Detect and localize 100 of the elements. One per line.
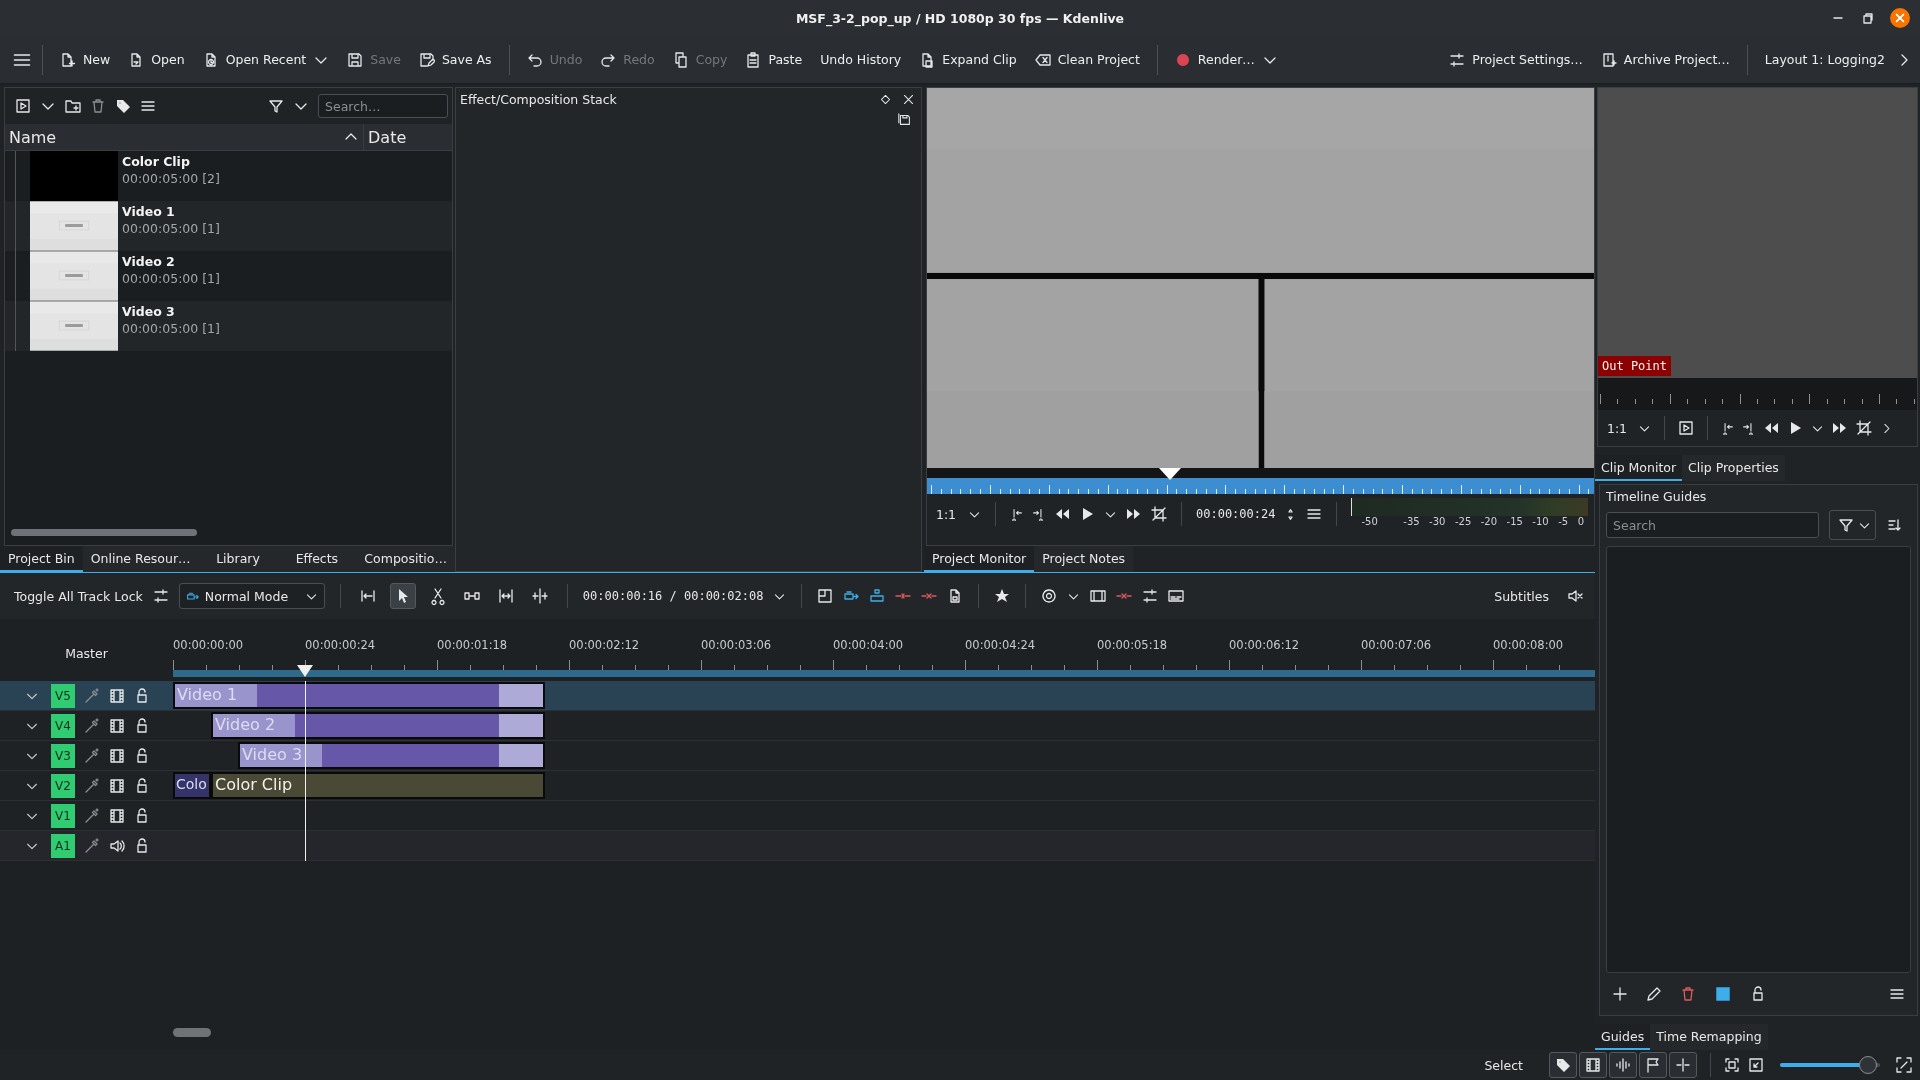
film-icon[interactable] (1579, 1052, 1607, 1078)
set-in-icon[interactable] (1010, 507, 1023, 521)
clip-row[interactable]: Video 3 00:00:05:00 [1] (5, 301, 452, 351)
zoom-dropdown[interactable]: 1:1 (933, 506, 959, 522)
lock-icon[interactable] (1750, 986, 1766, 1002)
zoom-out-icon[interactable] (1748, 1057, 1764, 1073)
toolbar-button[interactable]: Expand Clip (912, 47, 1024, 72)
sliders-icon[interactable] (152, 588, 169, 604)
toolbar-button[interactable]: Render… (1167, 47, 1285, 72)
toolbar-button[interactable]: New (53, 47, 118, 72)
mute-icon[interactable] (1567, 588, 1583, 604)
track-name[interactable]: V5 (51, 683, 75, 708)
toolbar-button[interactable]: Layout 1: Logging2 (1757, 48, 1892, 71)
toolbar-button[interactable]: Open Recent (195, 47, 337, 72)
track-name[interactable]: V1 (51, 803, 75, 828)
wand-icon[interactable] (84, 807, 100, 824)
fast-forward-icon[interactable] (1126, 506, 1142, 522)
monitor-ruler[interactable] (927, 468, 1594, 494)
search-field[interactable]: Search… (318, 94, 448, 118)
wand-icon[interactable] (84, 717, 100, 734)
clip-row[interactable]: Video 1 00:00:05:00 [1] (5, 201, 452, 251)
trash-icon[interactable] (90, 98, 106, 114)
toolbar-button[interactable]: Open (121, 47, 192, 72)
crop-icon[interactable] (1151, 506, 1167, 522)
fast-forward-icon[interactable] (1832, 420, 1848, 436)
lock-icon[interactable] (134, 807, 150, 824)
marker-icon[interactable] (1669, 1052, 1697, 1078)
tag-icon[interactable] (115, 98, 131, 114)
tab[interactable]: Project Notes (1034, 546, 1134, 572)
zoom-dropdown[interactable]: 1:1 (1604, 420, 1630, 436)
scrollbar[interactable] (11, 529, 197, 536)
fit-icon[interactable] (1724, 1057, 1740, 1073)
track-row[interactable]: A1 (0, 831, 1595, 861)
slider-handle[interactable] (1859, 1056, 1877, 1074)
track-row[interactable]: V4 Video 2 (0, 711, 1595, 741)
record-icon[interactable] (1041, 588, 1058, 604)
overwrite-icon[interactable] (817, 588, 834, 604)
tab[interactable]: Compositio… (356, 546, 455, 572)
set-out-icon[interactable] (1742, 421, 1755, 435)
master-label[interactable]: Master (65, 645, 108, 661)
subtitle-icon[interactable] (1168, 588, 1185, 604)
add-icon[interactable] (1612, 986, 1628, 1002)
add-clip-icon[interactable] (1678, 420, 1694, 436)
lock-icon[interactable] (134, 717, 150, 734)
mode-dropdown[interactable]: Normal Mode (178, 583, 325, 609)
column-header[interactable]: Name (5, 124, 364, 150)
timecode-field[interactable]: 00:00:00:24 (1196, 507, 1276, 521)
filter-icon[interactable] (268, 98, 284, 114)
zoom-slider[interactable] (1780, 1056, 1880, 1074)
color-swatch-icon[interactable] (1714, 985, 1732, 1003)
playhead-marker[interactable] (297, 665, 313, 677)
color-clip[interactable]: Color Clip (211, 772, 545, 799)
waveform-icon[interactable] (1609, 1052, 1637, 1078)
track-row[interactable]: V2 Colo Color Clip (0, 771, 1595, 801)
menu-icon[interactable] (1889, 986, 1905, 1002)
wand-icon[interactable] (84, 777, 100, 794)
composition-clip[interactable]: Colo (173, 772, 211, 799)
toggle-lock-button[interactable]: Toggle All Track Lock (14, 588, 143, 604)
tab[interactable]: Clip Properties (1682, 455, 1785, 481)
track-name[interactable]: A1 (51, 833, 75, 858)
rewind-icon[interactable] (1054, 506, 1070, 522)
add-clip-icon[interactable] (15, 98, 31, 114)
track-name[interactable]: V4 (51, 713, 75, 738)
column-header[interactable]: Date (364, 124, 411, 150)
toolbar-button[interactable]: Paste (738, 47, 810, 72)
flag-icon[interactable] (1639, 1052, 1667, 1078)
lock-icon[interactable] (134, 777, 150, 794)
sliders-icon[interactable] (1142, 588, 1159, 604)
trash-icon[interactable] (1680, 986, 1696, 1002)
track-row[interactable]: V3 Video 3 (0, 741, 1595, 771)
crop-icon[interactable] (1856, 420, 1872, 436)
lock-icon[interactable] (134, 687, 150, 704)
toolbar-button[interactable]: Clean Project (1027, 47, 1147, 72)
sort-icon[interactable] (1886, 517, 1902, 533)
timeline-ruler[interactable]: 00:00:00:00 00:00:00:24 00:00:01:18 00:00:02:12 00:00:03:06 00:00:04:00 00:00:04:24 00:00:05:18 00:00:06:12 00:00:07:06 00:00:08:00 (173, 625, 1595, 681)
scrollbar[interactable] (173, 1028, 211, 1037)
menu-icon[interactable] (1306, 506, 1323, 522)
rewind-icon[interactable] (1763, 420, 1779, 436)
filter-dropdown[interactable] (1829, 510, 1876, 540)
close-button[interactable] (1890, 8, 1910, 28)
close-icon[interactable] (902, 93, 915, 106)
menu-icon[interactable] (140, 98, 156, 114)
save-icon[interactable] (898, 113, 911, 126)
tab[interactable]: Library (198, 546, 278, 572)
lock-icon[interactable] (134, 837, 150, 854)
maximize-icon[interactable] (1860, 10, 1876, 26)
add-folder-icon[interactable] (65, 98, 81, 114)
lock-icon[interactable] (134, 747, 150, 764)
toolbar-button[interactable]: Project Settings… (1442, 47, 1590, 72)
track-row[interactable]: V5 Video 1 (0, 681, 1595, 711)
zone-icon[interactable] (1090, 588, 1107, 604)
track-name[interactable]: V3 (51, 743, 75, 768)
track-row[interactable]: V1 (0, 801, 1595, 831)
toolbar-button[interactable]: Save As (411, 47, 499, 72)
fullscreen-icon[interactable] (1896, 1057, 1912, 1073)
star-icon[interactable] (994, 588, 1011, 604)
toolbar-button[interactable]: Undo History (813, 48, 909, 71)
subtitles-label[interactable]: Subtitles (1494, 588, 1549, 604)
tab[interactable]: Time Remapping (1650, 1024, 1768, 1050)
track-name[interactable]: V2 (51, 773, 75, 798)
